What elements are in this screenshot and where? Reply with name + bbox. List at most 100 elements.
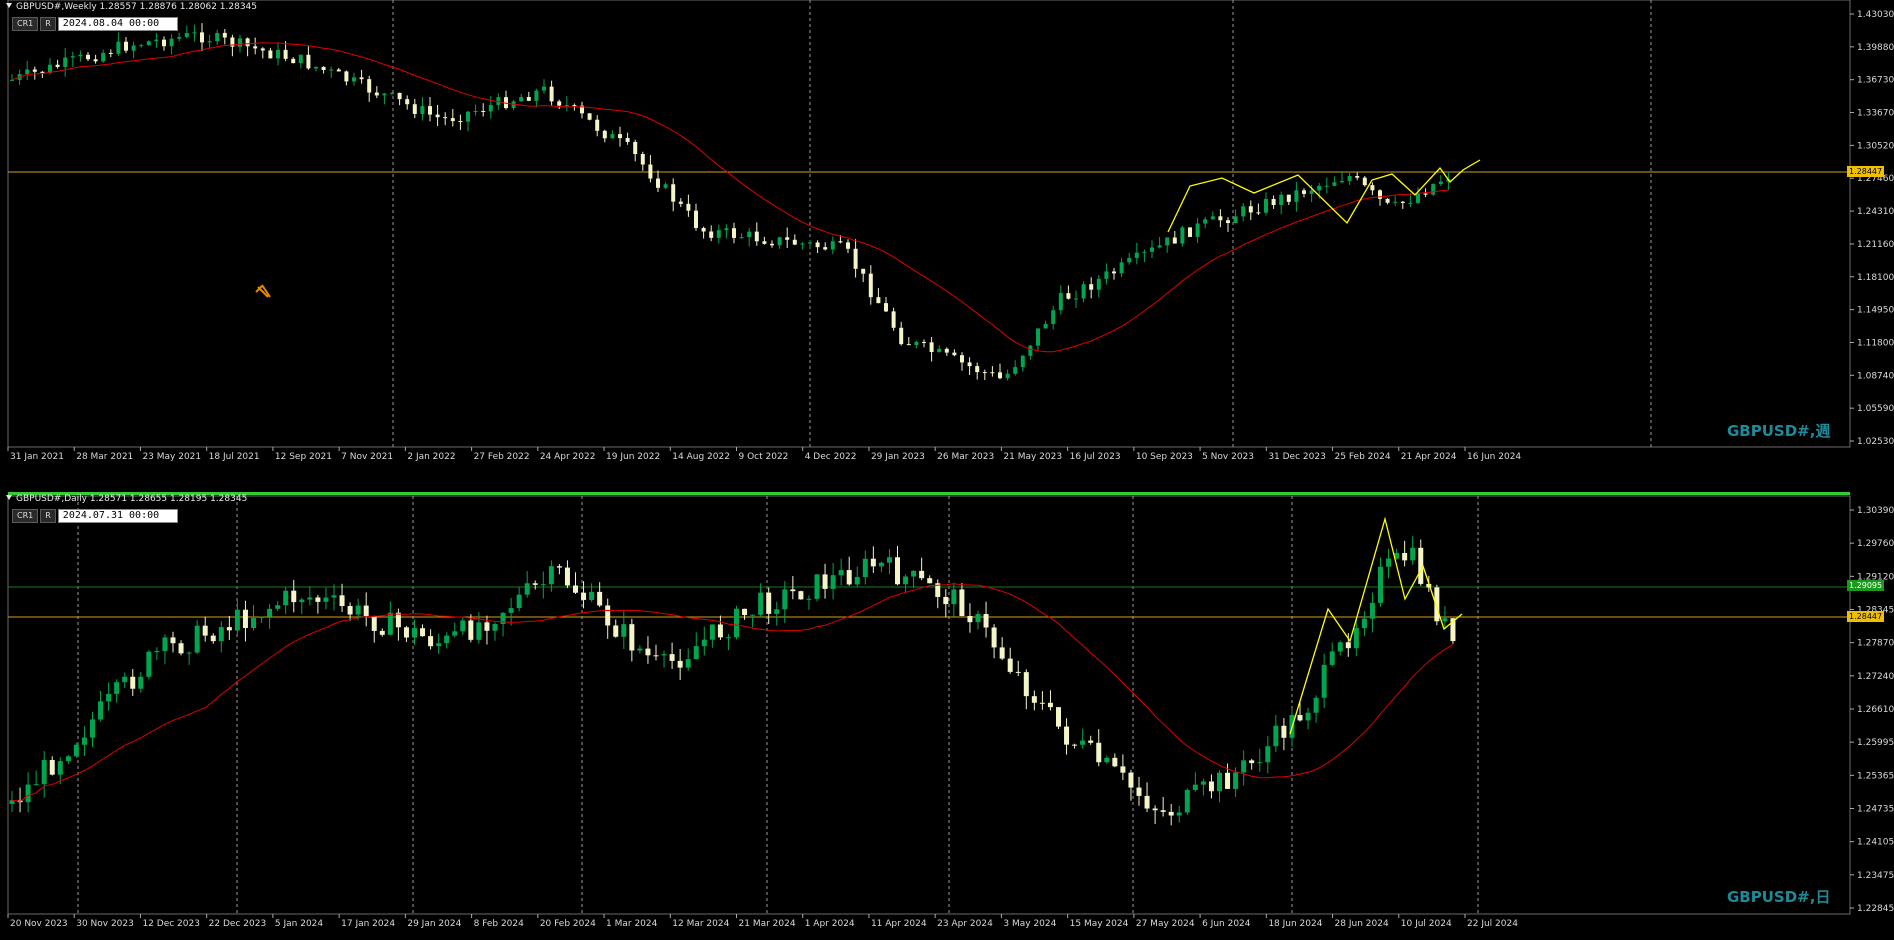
bull-candle [1127,258,1132,263]
dropdown-triangle-icon[interactable] [6,495,12,500]
bear-candle [556,566,562,568]
bear-candle [1218,216,1223,221]
bear-candle [405,99,410,105]
bear-candle [998,372,1002,379]
bull-candle [466,111,470,122]
cr1-button[interactable]: CR1 [12,16,39,31]
bull-candle [750,614,756,616]
bull-candle [329,69,334,71]
bear-candle [130,676,136,689]
bear-candle [990,372,995,374]
bull-candle [146,651,152,677]
plot-frame [7,0,1851,448]
bear-candle [557,101,562,106]
bear-candle [1023,672,1029,697]
bull-candle [162,637,168,652]
x-tick-label: 21 Apr 2024 [1401,452,1457,462]
bear-candle [108,52,113,54]
bear-candle [283,49,288,59]
x-tick-label: 27 May 2024 [1136,919,1195,929]
daily-chart-canvas[interactable]: 1.303901.297601.291201.283451.278701.272… [0,484,1894,940]
bull-candle [951,589,957,605]
x-tick-label: 1 Mar 2024 [606,919,658,929]
weekly-watermark: GBPUSD#,週 [1727,422,1831,440]
bear-candle [344,71,349,82]
bear-candle [49,759,55,775]
bear-candle [1226,220,1230,224]
bull-candle [903,576,909,585]
bull-candle [830,241,835,250]
bear-candle [625,138,630,142]
r-button[interactable]: R [40,16,56,31]
bear-candle [899,327,904,345]
bull-candle [739,237,744,239]
bear-candle [1385,198,1390,203]
bull-candle [663,184,668,188]
bull-candle [283,590,289,606]
bear-candle [597,591,603,606]
bull-candle [1257,762,1263,764]
bull-candle [1264,198,1268,213]
bear-candle [484,622,490,631]
bear-candle [363,605,369,617]
bull-candle [1119,262,1124,274]
bull-candle [725,637,731,639]
daily-date-field[interactable]: 2024.07.31 00:00 [57,508,178,523]
bear-candle [967,362,972,367]
x-tick-label: 20 Feb 2024 [540,919,596,929]
y-tick-label: 1.24310 [1857,207,1894,217]
bull-candle [139,45,144,47]
bull-candle [1241,206,1246,217]
bear-candle [1188,227,1192,237]
bear-candle [1120,766,1126,773]
bull-candle [1408,202,1413,204]
bull-candle [589,591,595,600]
bear-candle [982,372,987,374]
bull-candle [1184,789,1190,813]
bull-candle [886,557,892,563]
bear-candle [1160,810,1166,812]
bear-candle [1144,795,1150,809]
bull-candle [25,69,30,75]
daily-chart-panel[interactable]: 1.303901.297601.291201.283451.278701.272… [0,484,1894,940]
weekly-date-field[interactable]: 2024.08.04 00:00 [57,16,178,31]
bear-candle [960,355,964,363]
bear-candle [315,597,321,602]
bull-candle [452,631,458,636]
bull-candle [1176,812,1182,816]
bull-candle [1416,193,1420,203]
bull-candle [774,609,780,614]
weekly-chart-panel[interactable]: 1.43030 1.39880 1.36730 1.33670 1.30520 1.274… [0,0,1894,470]
bear-candle [200,32,204,43]
bull-candle [184,32,189,38]
bull-candle [814,574,820,599]
bear-candle [822,574,828,589]
weekly-chart-canvas[interactable]: 1.430301.398801.367301.336701.305201.274… [0,0,1894,470]
zigzag-line [1167,159,1481,233]
bear-candle [1136,787,1142,796]
x-tick-label: 3 May 2024 [1003,919,1056,929]
bear-candle [1089,284,1094,290]
bull-candle [169,38,174,47]
bull-candle [1058,293,1063,311]
x-tick-label: 30 Nov 2023 [76,919,134,929]
bear-candle [891,311,896,328]
bear-candle [202,625,208,636]
bull-candle [41,759,47,785]
x-tick-label: 15 May 2024 [1070,919,1129,929]
bull-candle [476,622,482,640]
bull-candle [25,784,31,803]
bear-candle [983,614,989,628]
bear-candle [1362,177,1367,186]
bear-candle [1072,744,1078,746]
r-button[interactable]: R [40,508,56,523]
dropdown-triangle-icon[interactable] [6,3,12,8]
bear-candle [178,643,184,654]
bear-candle [532,583,538,585]
bull-candle [10,79,14,81]
bull-candle [734,608,739,638]
bull-candle [838,570,844,576]
bear-candle [770,243,774,246]
cr1-button[interactable]: CR1 [12,508,39,523]
bull-candle [1165,237,1170,246]
